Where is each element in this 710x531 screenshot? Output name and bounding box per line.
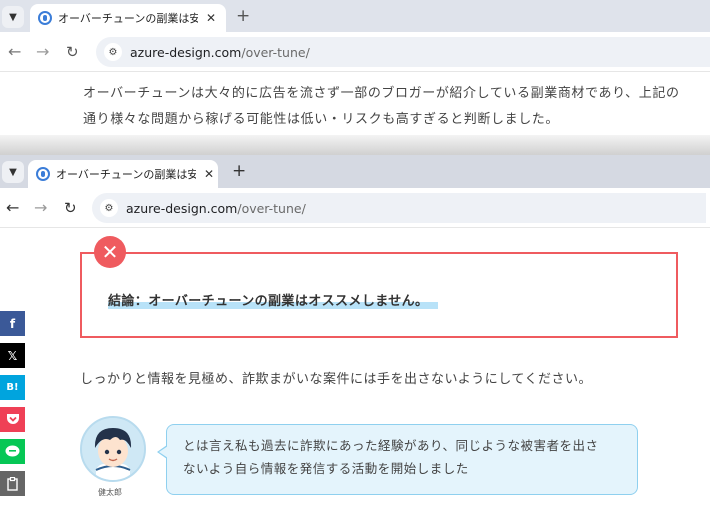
url-text: azure-design.com/over-tune/ xyxy=(130,45,310,60)
page-content: f 𝕏 B! ✕ 結論：オーバーチューンの副業はオススメしません。 しっかりと情… xyxy=(0,229,710,531)
pocket-icon xyxy=(6,414,19,424)
back-arrow-icon[interactable]: ← xyxy=(6,198,19,217)
copy-icon xyxy=(7,476,18,491)
tab-title: オーバーチューンの副業は安全？口コ xyxy=(56,168,196,181)
reload-icon[interactable]: ↻ xyxy=(66,43,79,61)
x-icon: 𝕏 xyxy=(7,348,18,363)
forward-arrow-icon[interactable]: → xyxy=(34,198,47,217)
speech-text: とは言え私も過去に詐欺にあった経験があり、同じような被害者を出さ ないよう自ら情… xyxy=(183,434,623,480)
page-content: オーバーチューンは大々的に広告を流さず一部のブロガーが紹介している副業商材であり… xyxy=(0,73,710,135)
reload-icon[interactable]: ↻ xyxy=(64,199,77,217)
paragraph: しっかりと情報を見極め、詐欺まがいな案件には手を出さないようにしてください。 xyxy=(80,372,592,387)
new-tab-button[interactable]: + xyxy=(236,6,250,26)
conclusion-text: 結論：オーバーチューンの副業はオススメしません。 xyxy=(108,290,439,309)
speech-line: ないよう自ら情報を発信する活動を開始しました xyxy=(183,461,469,476)
site-settings-icon[interactable]: ⚙ xyxy=(104,43,122,61)
address-bar[interactable]: ⚙ azure-design.com/over-tune/ xyxy=(92,193,706,223)
tab-strip: ▼ オーバーチューンの副業は安全？口コ ✕ + xyxy=(0,155,710,188)
tab-active[interactable]: オーバーチューンの副業は安全？口コ ✕ xyxy=(28,160,218,188)
tab-search-button[interactable]: ▼ xyxy=(2,161,24,183)
avatar-name: 健太郎 xyxy=(98,488,122,497)
tab-title: オーバーチューンの副業は安全？口コ xyxy=(58,12,198,25)
site-settings-icon[interactable]: ⚙ xyxy=(100,199,118,217)
share-x-button[interactable]: 𝕏 xyxy=(0,343,25,368)
url-domain: azure-design.com xyxy=(126,200,238,216)
url-path: /over-tune/ xyxy=(241,44,310,60)
new-tab-button[interactable]: + xyxy=(232,161,246,181)
forward-arrow-icon[interactable]: → xyxy=(36,42,49,61)
speech-line: とは言え私も過去に詐欺にあった経験があり、同じような被害者を出さ xyxy=(183,438,599,453)
share-facebook-button[interactable]: f xyxy=(0,311,25,336)
favicon-icon xyxy=(36,167,50,181)
chevron-down-icon: ▼ xyxy=(9,166,17,178)
share-pocket-button[interactable] xyxy=(0,407,25,432)
paragraph-line: オーバーチューンは大々的に広告を流さず一部のブロガーが紹介している副業商材であり… xyxy=(83,86,680,101)
plus-icon: + xyxy=(232,161,247,181)
tab-strip: ▼ オーバーチューンの副業は安全？口コ ✕ + xyxy=(0,0,710,32)
chevron-down-icon: ▼ xyxy=(9,11,17,23)
tab-active[interactable]: オーバーチューンの副業は安全？口コ ✕ xyxy=(30,4,226,32)
plus-icon: + xyxy=(236,6,251,26)
url-domain: azure-design.com xyxy=(130,44,242,60)
browser-toolbar: ← → ↻ ⚙ azure-design.com/over-tune/ xyxy=(0,188,710,228)
avatar-illustration-icon xyxy=(82,418,144,480)
address-bar[interactable]: ⚙ azure-design.com/over-tune/ xyxy=(96,37,710,67)
url-text: azure-design.com/over-tune/ xyxy=(126,201,306,216)
copy-link-button[interactable] xyxy=(0,471,25,496)
favicon-icon xyxy=(38,11,52,25)
browser-toolbar: ← → ↻ ⚙ azure-design.com/over-tune/ xyxy=(0,32,710,72)
speech-bubble: とは言え私も過去に詐欺にあった経験があり、同じような被害者を出さ ないよう自ら情… xyxy=(157,424,638,495)
browser-window-2: ▼ オーバーチューンの副業は安全？口コ ✕ + ← → ↻ ⚙ azure-de… xyxy=(0,155,710,531)
tab-search-button[interactable]: ▼ xyxy=(2,6,24,28)
browser-window-1: ▼ オーバーチューンの副業は安全？口コ ✕ + ← → ↻ ⚙ azure-de… xyxy=(0,0,710,135)
x-mark-icon: ✕ xyxy=(94,236,126,268)
facebook-icon: f xyxy=(9,316,16,331)
hatena-bookmark-icon: B! xyxy=(6,382,19,393)
close-icon[interactable]: ✕ xyxy=(206,11,216,25)
back-arrow-icon[interactable]: ← xyxy=(8,42,21,61)
share-hatena-button[interactable]: B! xyxy=(0,375,25,400)
paragraph-line: 通り様々な問題から稼げる可能性は低い・リスクも高すぎると判断しました。 xyxy=(83,112,560,127)
close-icon[interactable]: ✕ xyxy=(204,167,214,181)
window-separator xyxy=(0,135,710,155)
line-icon xyxy=(5,445,20,457)
avatar xyxy=(80,416,146,482)
url-path: /over-tune/ xyxy=(237,200,306,216)
share-line-button[interactable] xyxy=(0,439,25,464)
